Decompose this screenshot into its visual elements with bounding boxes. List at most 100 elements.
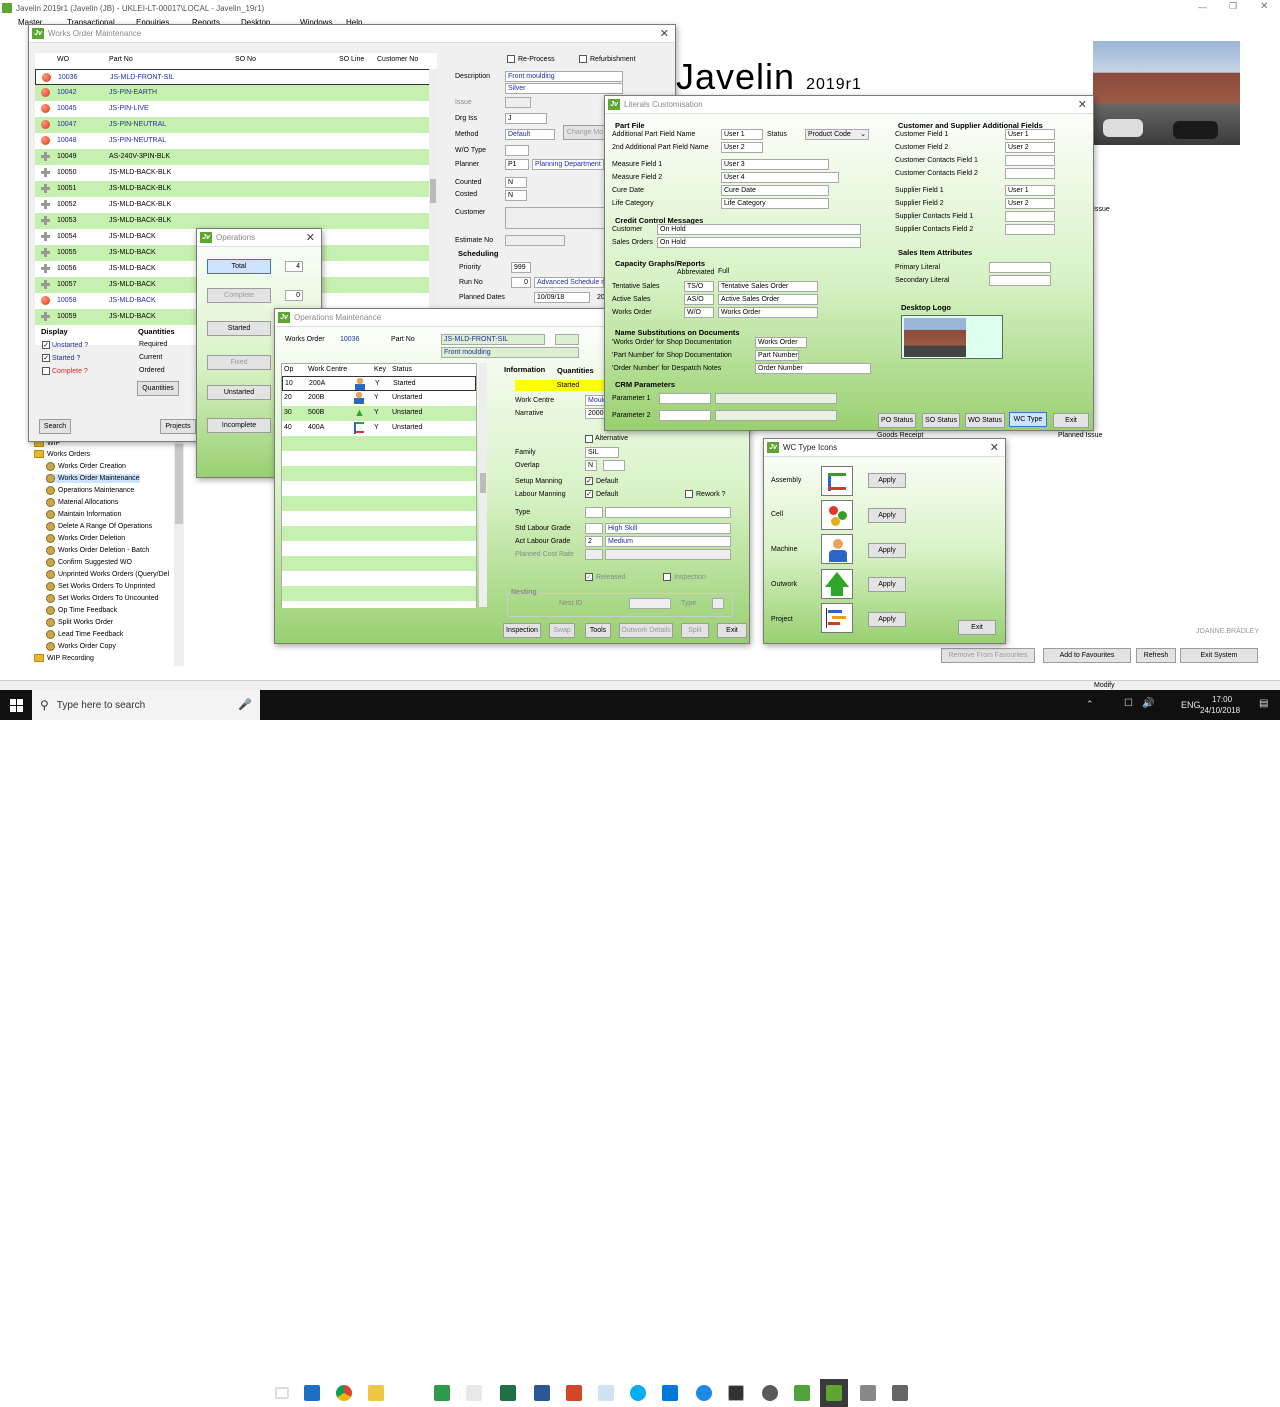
tree-item-works-order-creation[interactable]: Works Order Creation <box>46 462 126 471</box>
add-part-field1[interactable]: User 1 <box>721 129 763 140</box>
cs-field-input[interactable] <box>1005 224 1055 235</box>
projects-button[interactable]: Projects <box>160 419 196 434</box>
add-favourites-button[interactable]: Add to Favourites <box>1043 648 1131 663</box>
windows-start-icon[interactable] <box>10 699 23 712</box>
app-leaf-icon[interactable] <box>788 1379 816 1407</box>
exit-system-button[interactable]: Exit System <box>1180 648 1258 663</box>
measure1-field[interactable]: User 3 <box>721 159 829 170</box>
wo-table-row[interactable]: 10049 AS-240V-3PIN-BLK <box>35 149 437 165</box>
op-table-row[interactable]: 40 400A Y Unstarted <box>282 421 476 436</box>
apply-machine-button[interactable]: Apply <box>868 543 906 558</box>
wo-table-row[interactable]: 10042 JS-PIN-EARTH <box>35 85 437 101</box>
cs-field-input[interactable] <box>1005 168 1055 179</box>
notification-icon[interactable]: ▤ <box>1259 698 1268 709</box>
col-part-no[interactable]: Part No <box>109 56 133 63</box>
add-part-field2[interactable]: User 2 <box>721 142 763 153</box>
incomplete-button[interactable]: Incomplete <box>207 418 271 433</box>
wc-type-button[interactable]: WC Type <box>1009 412 1047 427</box>
description2-field[interactable]: Silver <box>505 83 623 94</box>
lit-exit-button[interactable]: Exit <box>1053 413 1089 428</box>
terminal-icon[interactable] <box>722 1379 750 1407</box>
taskbar-search-input[interactable]: ⚲ Type here to search 🎤 <box>32 690 260 720</box>
cap-wo-abbr[interactable]: W/O <box>684 307 714 318</box>
labour-default-checkbox[interactable]: ✓ <box>585 490 593 498</box>
opm-scrollbar[interactable] <box>479 363 487 607</box>
op-table-row[interactable]: 30 500B Y Unstarted ▲ <box>282 406 476 421</box>
cc-customer-field[interactable]: On Hold <box>657 224 861 235</box>
cap-active-full[interactable]: Active Sales Order <box>718 294 818 305</box>
apply-cell-button[interactable]: Apply <box>868 508 906 523</box>
type-code-field[interactable] <box>585 507 603 518</box>
col-so-line[interactable]: SO Line <box>339 56 364 63</box>
chrome-icon[interactable] <box>330 1379 358 1407</box>
tray-up-icon[interactable]: ⌃ <box>1086 699 1094 710</box>
skype-icon[interactable] <box>624 1379 652 1407</box>
works-order-field[interactable]: 10036 <box>337 334 377 345</box>
wo-table-row[interactable]: 10053 JS-MLD-BACK-BLK <box>35 213 437 229</box>
overlap-value-field[interactable] <box>603 460 625 471</box>
cc-sales-field[interactable]: On Hold <box>657 237 861 248</box>
setup-default-checkbox[interactable]: ✓ <box>585 477 593 485</box>
app-word-editor-icon[interactable] <box>460 1379 488 1407</box>
powerpoint-icon[interactable] <box>560 1379 588 1407</box>
file-explorer-icon[interactable] <box>362 1379 390 1407</box>
close-icon[interactable]: ✕ <box>1078 98 1087 111</box>
split-button[interactable]: Split <box>681 623 709 638</box>
wo-table-row[interactable]: 10050 JS-MLD-BACK-BLK <box>35 165 437 181</box>
total-button[interactable]: Total <box>207 259 271 274</box>
app-green-icon[interactable] <box>428 1379 456 1407</box>
wo-table-row[interactable]: 10051 JS-MLD-BACK-BLK <box>35 181 437 197</box>
tree-item-works-orders[interactable]: Works Orders <box>34 450 90 458</box>
planner-code-field[interactable]: P1 <box>505 159 529 170</box>
tree-item-confirm-suggested-wo[interactable]: Confirm Suggested WO <box>46 558 132 567</box>
part-desc-field[interactable]: Front moulding <box>441 347 579 358</box>
tab-quantities[interactable]: Quantities <box>557 366 594 375</box>
refurbishment-checkbox[interactable] <box>579 55 587 63</box>
wo-status-button[interactable]: WO Status <box>965 413 1005 428</box>
secondary-literal-field[interactable] <box>989 275 1051 286</box>
col-work-centre[interactable]: Work Centre <box>308 366 347 373</box>
run-no-field[interactable]: 0 <box>511 277 531 288</box>
crm-param1-field[interactable] <box>659 393 711 404</box>
close-icon[interactable]: ✕ <box>660 27 669 40</box>
microphone-icon[interactable]: 🎤 <box>238 698 252 711</box>
tree-item-works-order-deletion-batch[interactable]: Works Order Deletion - Batch <box>46 546 149 555</box>
remove-favourites-button[interactable]: Remove From Favourites <box>941 648 1035 663</box>
change-method-button[interactable]: Change Mo <box>563 125 607 140</box>
tree-item-maintain-information[interactable]: Maintain Information <box>46 510 121 519</box>
op-table-row[interactable]: 20 200B Y Unstarted <box>282 391 476 406</box>
subs-works-order-field[interactable]: Works Order <box>755 337 807 348</box>
desktop-logo-preview[interactable] <box>901 315 1003 359</box>
app-globe-icon[interactable] <box>756 1379 784 1407</box>
quantities-button[interactable]: Quantities <box>137 381 179 396</box>
swap-button[interactable]: Swap <box>549 623 575 638</box>
part-no-field[interactable]: JS-MLD-FRONT-SIL <box>441 334 545 345</box>
tools-button[interactable]: Tools <box>585 623 611 638</box>
wo-table-row[interactable]: 10045 JS-PIN-LIVE <box>35 101 437 117</box>
store-icon[interactable] <box>656 1379 684 1407</box>
advanced-schedule-field[interactable]: Advanced Schedule r <box>534 277 604 288</box>
started-checkbox[interactable]: ✓ <box>42 354 50 362</box>
wo-table-row[interactable]: 10048 JS-PIN-NEUTRAL <box>35 133 437 149</box>
cap-wo-full[interactable]: Works Order <box>718 307 818 318</box>
close-icon[interactable]: ✕ <box>306 231 315 244</box>
tree-item-split-works-order[interactable]: Split Works Order <box>46 618 113 627</box>
outwork-details-button[interactable]: Outwork Details <box>619 623 673 638</box>
inspection-button[interactable]: Inspection <box>503 623 541 638</box>
tree-item-set-uncounted[interactable]: Set Works Orders To Uncounted <box>46 594 159 603</box>
search-button[interactable]: Search <box>39 419 71 434</box>
tree-item-material-allocations[interactable]: Material Allocations <box>46 498 118 507</box>
tree-item-wip-recording[interactable]: WIP Recording <box>34 654 94 662</box>
tree-item-works-order-copy[interactable]: Works Order Copy <box>46 642 116 651</box>
col-status[interactable]: Status <box>392 366 412 373</box>
wo-table-row[interactable]: 10052 JS-MLD-BACK-BLK <box>35 197 437 213</box>
outlook-icon[interactable] <box>298 1379 326 1407</box>
started-button[interactable]: Started <box>207 321 271 336</box>
fixed-button[interactable]: Fixed <box>207 355 271 370</box>
cs-field-input[interactable] <box>1005 155 1055 166</box>
cure-field[interactable]: Cure Date <box>721 185 829 196</box>
close-icon[interactable]: ✕ <box>1260 1 1268 12</box>
apply-assembly-button[interactable]: Apply <box>868 473 906 488</box>
subs-part-number-field[interactable]: Part Number <box>755 350 799 361</box>
wc-exit-button[interactable]: Exit <box>958 620 996 635</box>
